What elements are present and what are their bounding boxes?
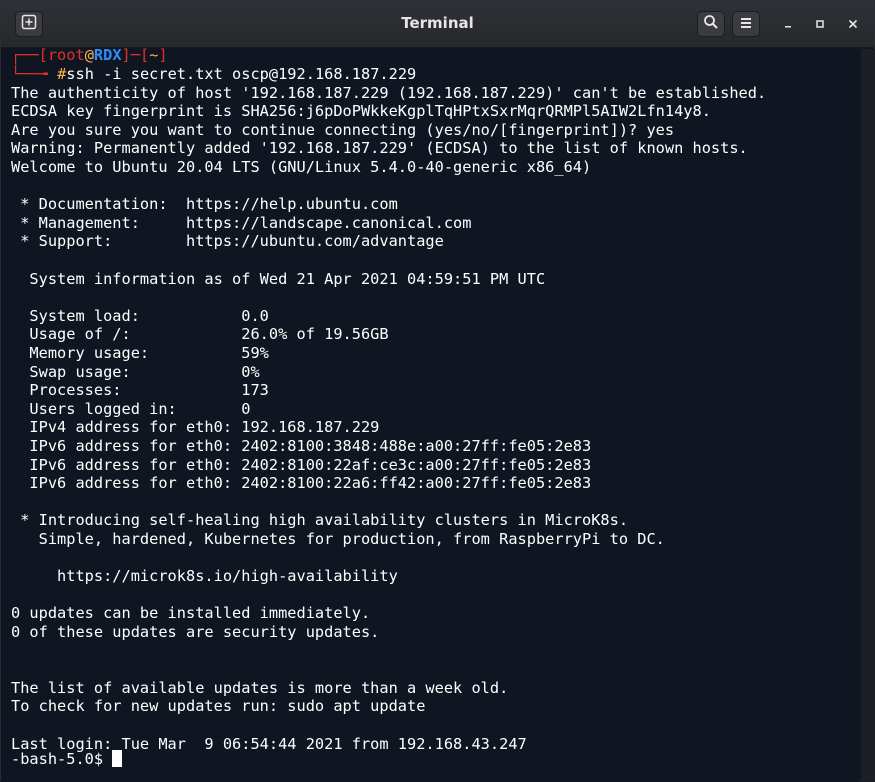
bash-prompt: -bash-5.0$: [11, 750, 113, 768]
text-cursor: [112, 750, 123, 767]
output-line: To check for new updates run: sudo apt u…: [11, 697, 426, 716]
search-icon: [703, 14, 719, 34]
prompt-bracket-open: ┌──[: [11, 48, 48, 64]
prompt-at: @: [84, 48, 94, 64]
maximize-icon: [814, 15, 826, 34]
output-line: Usage of /: 26.0% of 19.56GB: [11, 325, 389, 344]
output-line: Are you sure you want to continue connec…: [11, 120, 675, 139]
output-line: Simple, hardened, Kubernetes for product…: [11, 529, 665, 548]
final-prompt-line[interactable]: -bash-5.0$: [11, 750, 123, 768]
prompt-hash: #: [57, 65, 67, 83]
prompt-bracket-close: ]: [158, 48, 168, 64]
output-line: System information as of Wed 21 Apr 2021…: [11, 269, 546, 288]
output-line: Processes: 173: [11, 381, 269, 400]
prompt-host: RDX: [93, 48, 122, 64]
prompt-mid: ]─[: [121, 48, 150, 64]
minimize-button[interactable]: [775, 11, 801, 37]
output-line: Memory usage: 59%: [11, 343, 269, 362]
output-line: * Documentation: https://help.ubuntu.com: [11, 195, 398, 214]
output-line: * Management: https://landscape.canonica…: [11, 213, 472, 232]
output-line: * Introducing self-healing high availabi…: [11, 511, 629, 530]
maximize-button[interactable]: [807, 11, 833, 37]
output-line: IPv6 address for eth0: 2402:8100:3848:48…: [11, 436, 592, 455]
output-line: ECDSA key fingerprint is SHA256:j6pDoPWk…: [11, 102, 711, 121]
close-button[interactable]: [840, 11, 866, 37]
prompt-line-1: ┌──[root@RDX]─[~]: [11, 48, 168, 64]
output-line: IPv6 address for eth0: 2402:8100:22af:ce…: [11, 455, 592, 474]
prompt-arrow: └──╼: [11, 65, 58, 83]
output-line: IPv6 address for eth0: 2402:8100:22a6:ff…: [11, 474, 592, 493]
output-line: System load: 0.0: [11, 306, 269, 325]
menu-button[interactable]: [732, 11, 760, 37]
output-line: Welcome to Ubuntu 20.04 LTS (GNU/Linux 5…: [11, 157, 592, 176]
search-button[interactable]: [697, 11, 725, 37]
output-line: The authenticity of host '192.168.187.22…: [11, 83, 767, 102]
prompt-user: root: [47, 48, 85, 64]
output-line: The list of available updates is more th…: [11, 678, 509, 697]
output-line: https://microk8s.io/high-availability: [11, 567, 398, 586]
output-line: 0 of these updates are security updates.: [11, 622, 380, 641]
scrollbar[interactable]: [861, 49, 875, 781]
output-line: Swap usage: 0%: [11, 362, 260, 381]
output-line: Users logged in: 0: [11, 399, 251, 418]
close-icon: [847, 15, 859, 34]
prompt-line-2: └──╼ #ssh -i secret.txt oscp@192.168.187…: [11, 65, 416, 83]
output-line: IPv4 address for eth0: 192.168.187.229: [11, 418, 380, 437]
title-bar[interactable]: Terminal: [1, 1, 874, 48]
minimize-icon: [782, 15, 794, 34]
prompt-command: ssh -i secret.txt oscp@192.168.187.229: [66, 65, 417, 83]
output-line: * Support: https://ubuntu.com/advantage: [11, 232, 444, 251]
terminal-window: Terminal ┌──[root@RDX]─[~] └──╼ #ssh -i …: [0, 0, 875, 782]
output-line: Warning: Permanently added '192.168.187.…: [11, 139, 748, 158]
hamburger-menu-icon: [739, 15, 753, 34]
terminal-output-area[interactable]: ┌──[root@RDX]─[~] └──╼ #ssh -i secret.tx…: [1, 48, 859, 782]
output-line: 0 updates can be installed immediately.: [11, 604, 371, 623]
